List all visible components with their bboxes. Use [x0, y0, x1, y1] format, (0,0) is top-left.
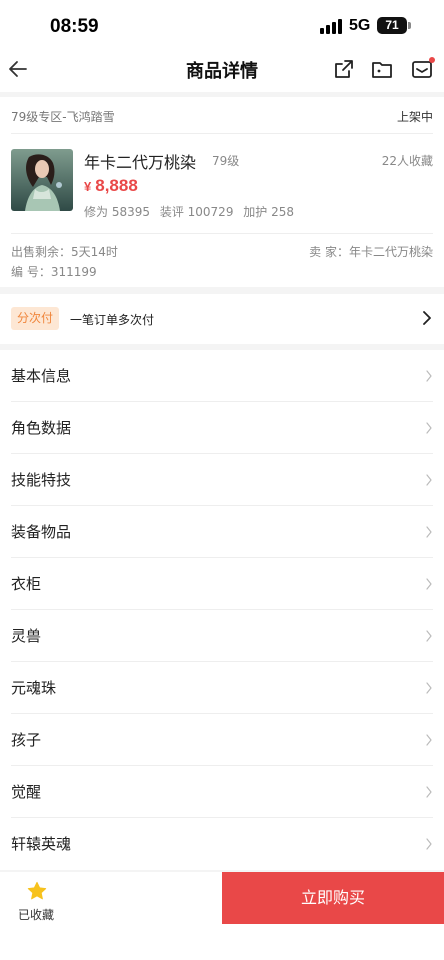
product-stats: 修为 58395 装评 100729 加护 258: [84, 203, 300, 220]
menu-item[interactable]: 衣柜: [0, 558, 444, 610]
product-name: 年卡二代万桃染: [84, 153, 197, 172]
menu-item[interactable]: 觉醒: [0, 766, 444, 818]
menu-item[interactable]: 元魂珠: [0, 662, 444, 714]
product-level: 79级: [212, 154, 240, 168]
menu-item[interactable]: 技能特技: [0, 454, 444, 506]
stat-cultivation: 修为 58395: [84, 205, 150, 219]
menu-item[interactable]: 轩辕英魂: [0, 818, 444, 870]
stat-protection: 加护 258: [243, 205, 295, 219]
menu-item-label: 技能特技: [11, 471, 72, 489]
menu-item[interactable]: 孩子: [0, 714, 444, 766]
stat-equip-score: 装评 100729: [159, 205, 234, 219]
menu-item-label: 觉醒: [11, 783, 42, 801]
menu-item[interactable]: 灵兽: [0, 610, 444, 662]
menu-item[interactable]: 角色数据: [0, 402, 444, 454]
installment-badge: 分次付: [11, 307, 60, 330]
chevron-right-icon: [426, 474, 432, 486]
menu-item-label: 轩辕英魂: [11, 835, 72, 853]
chevron-right-icon: [426, 422, 432, 434]
sale-remaining: 出售剩余：5天14时: [11, 245, 118, 259]
signal-icon: [320, 18, 344, 34]
battery-tip: [408, 22, 411, 29]
status-time: 08:59: [50, 16, 99, 37]
product-zone: 79级专区-飞鸿踏雪: [11, 110, 115, 124]
chevron-right-icon: [426, 370, 432, 382]
star-icon[interactable]: [26, 880, 48, 902]
listing-status: 上架中: [396, 110, 433, 124]
menu-item-label: 衣柜: [11, 575, 42, 593]
menu-item-label: 孩子: [11, 731, 42, 749]
menu-item-label: 灵兽: [11, 627, 42, 645]
divider: [11, 133, 433, 134]
buy-now-button[interactable]: 立即购买: [222, 872, 444, 924]
nav-bar: 商品详情: [0, 50, 444, 92]
product-serial: 编 号：311199: [11, 265, 97, 279]
chevron-right-icon: [426, 786, 432, 798]
price-value: 8,888: [95, 176, 138, 195]
favorite-label[interactable]: 已收藏: [18, 906, 54, 923]
chevron-right-icon: [426, 838, 432, 850]
notification-dot: [429, 57, 435, 63]
chevron-right-icon: [426, 526, 432, 538]
menu-item-label: 基本信息: [11, 367, 72, 385]
network-label: 5G: [349, 17, 371, 34]
favorite-count: 22人收藏: [381, 154, 433, 168]
seller-name: 卖 家：年卡二代万桃染: [309, 245, 433, 259]
chevron-right-icon: [426, 578, 432, 590]
battery-icon: 71: [377, 17, 407, 34]
menu-item-label: 装备物品: [11, 523, 72, 541]
share-icon[interactable]: [333, 58, 355, 80]
folder-icon[interactable]: [371, 58, 393, 80]
product-price: ¥8,888: [84, 176, 138, 196]
product-card: 79级专区-飞鸿踏雪 上架中 年卡二代万桃染 79级 22人收藏 ¥8,888 …: [0, 97, 444, 287]
chevron-right-icon: [426, 682, 432, 694]
chevron-right-icon: [426, 734, 432, 746]
chevron-right-icon: [426, 630, 432, 642]
chevron-right-icon: [423, 311, 431, 325]
menu-item[interactable]: 基本信息: [0, 350, 444, 402]
menu-item[interactable]: 装备物品: [0, 506, 444, 558]
installment-row[interactable]: 分次付 一笔订单多次付: [0, 294, 444, 344]
product-thumbnail[interactable]: [11, 149, 73, 211]
menu-item-label: 元魂珠: [11, 679, 57, 697]
divider: [11, 233, 433, 234]
installment-text: 一笔订单多次付: [70, 313, 155, 327]
menu-item-label: 角色数据: [11, 419, 72, 437]
detail-menu: 基本信息角色数据技能特技装备物品衣柜灵兽元魂珠孩子觉醒轩辕英魂: [0, 350, 444, 870]
bottom-bar: 已收藏 立即购买: [0, 872, 444, 960]
status-bar: 08:59 5G 71: [0, 0, 444, 50]
currency-symbol: ¥: [84, 179, 92, 194]
